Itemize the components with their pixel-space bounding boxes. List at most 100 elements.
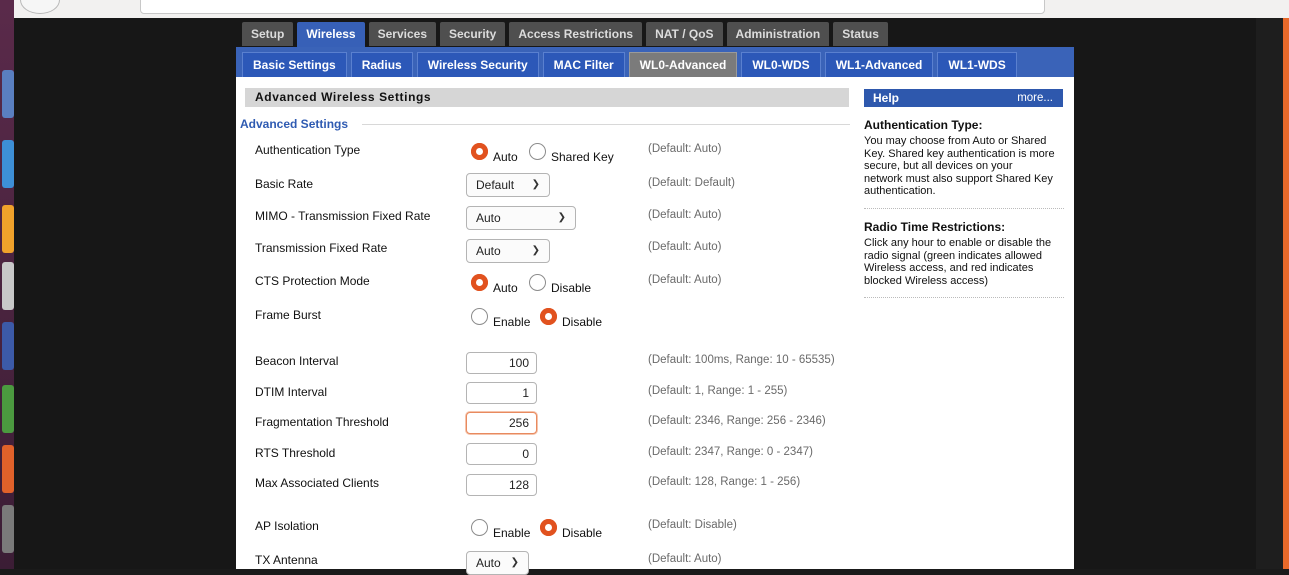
help-line: network must also support Shared Key — [864, 172, 1053, 185]
tx-rate-value: Auto — [476, 244, 501, 258]
tx-antenna-select[interactable]: Auto ❯ — [466, 551, 529, 575]
subtab-radius[interactable]: Radius — [350, 52, 413, 77]
frame-burst-label: Frame Burst — [255, 308, 322, 322]
fieldset-legend: Advanced Settings — [240, 117, 355, 131]
ap-isolation-disable-radio[interactable] — [540, 519, 557, 536]
auth-type-shared-radio[interactable] — [529, 143, 546, 160]
tab-wireless[interactable]: Wireless — [297, 22, 365, 48]
launcher-app-icon[interactable] — [2, 385, 14, 433]
help-more-link[interactable]: more... — [1017, 89, 1053, 107]
back-button[interactable] — [20, 0, 60, 14]
dtim-default: (Default: 1, Range: 1 - 255) — [648, 385, 788, 397]
help-divider — [864, 297, 1064, 298]
beacon-default: (Default: 100ms, Range: 10 - 65535) — [648, 354, 835, 366]
help-line: radio signal (green indicates allowed — [864, 249, 1042, 262]
side-strip — [1283, 18, 1289, 569]
help-line: Click any hour to enable or disable the — [864, 237, 1052, 249]
desktop-launcher — [0, 0, 14, 569]
mimo-rate-select[interactable]: Auto ❯ — [466, 206, 576, 230]
basic-rate-default: (Default: Default) — [648, 177, 735, 189]
frame-burst-disable-label: Disable — [562, 315, 603, 329]
address-bar[interactable] — [140, 0, 1045, 14]
launcher-app-icon[interactable] — [2, 505, 14, 553]
help-item-text: You may choose from Auto or Shared Key. … — [864, 135, 1064, 198]
frag-input[interactable]: 256 — [466, 412, 537, 434]
launcher-app-icon[interactable] — [2, 262, 14, 310]
fieldset-divider — [362, 124, 850, 125]
auth-type-default: (Default: Auto) — [648, 143, 722, 155]
auth-type-shared-label: Shared Key — [551, 150, 614, 164]
max-clients-default: (Default: 128, Range: 1 - 256) — [648, 476, 801, 488]
tab-security[interactable]: Security — [440, 22, 506, 46]
help-item-title: Authentication Type: — [864, 118, 983, 132]
cts-auto-radio[interactable] — [471, 274, 488, 291]
beacon-label: Beacon Interval — [255, 354, 339, 368]
launcher-app-icon[interactable] — [2, 140, 14, 188]
auth-type-label: Authentication Type — [255, 143, 361, 157]
mimo-rate-label: MIMO - Transmission Fixed Rate — [255, 209, 431, 223]
help-line: You may choose from Auto or Shared — [864, 135, 1047, 147]
subtab-wl0-wds[interactable]: WL0-WDS — [741, 52, 821, 77]
tab-services[interactable]: Services — [368, 22, 436, 46]
tx-rate-select[interactable]: Auto ❯ — [466, 239, 550, 263]
launcher-app-icon[interactable] — [2, 445, 14, 493]
sub-nav: Basic Settings Radius Wireless Security … — [242, 52, 1021, 77]
rts-input[interactable]: 0 — [466, 443, 537, 465]
section-title: Advanced Wireless Settings — [245, 88, 849, 107]
subtab-wireless-security[interactable]: Wireless Security — [416, 52, 539, 77]
mimo-rate-default: (Default: Auto) — [648, 209, 722, 221]
mimo-rate-value: Auto — [476, 211, 501, 225]
help-line: blocked Wireless access) — [864, 274, 989, 287]
dtim-input[interactable]: 1 — [466, 382, 537, 404]
help-header: Help more... — [864, 89, 1063, 107]
basic-rate-select[interactable]: Default ❯ — [466, 173, 550, 197]
frame-burst-enable-radio[interactable] — [471, 308, 488, 325]
help-title: Help — [873, 91, 900, 105]
max-clients-input[interactable]: 128 — [466, 474, 537, 496]
cts-auto-label: Auto — [493, 281, 518, 295]
tab-status[interactable]: Status — [833, 22, 888, 46]
tx-antenna-default: (Default: Auto) — [648, 553, 722, 565]
tab-setup[interactable]: Setup — [242, 22, 294, 46]
rts-label: RTS Threshold — [255, 446, 336, 460]
frame-burst-enable-label: Enable — [493, 315, 531, 329]
tab-administration[interactable]: Administration — [726, 22, 830, 46]
tx-antenna-value: Auto — [476, 556, 501, 570]
frag-label: Fragmentation Threshold — [255, 415, 389, 429]
help-line: Key. Shared key authentication is more — [864, 147, 1055, 160]
ap-isolation-enable-radio[interactable] — [471, 519, 488, 536]
rts-default: (Default: 2347, Range: 0 - 2347) — [648, 446, 813, 458]
tx-antenna-label: TX Antenna — [255, 553, 318, 567]
subtab-wl0-advanced[interactable]: WL0-Advanced — [628, 52, 738, 77]
auth-type-auto-label: Auto — [493, 150, 518, 164]
help-divider — [864, 208, 1064, 209]
help-line: authentication. — [864, 185, 936, 197]
cts-default: (Default: Auto) — [648, 274, 722, 286]
subtab-mac-filter[interactable]: MAC Filter — [542, 52, 625, 77]
auth-type-auto-radio[interactable] — [471, 143, 488, 160]
subtab-wl1-wds[interactable]: WL1-WDS — [937, 52, 1017, 77]
tab-access-restrictions[interactable]: Access Restrictions — [509, 22, 643, 46]
frag-default: (Default: 2346, Range: 256 - 2346) — [648, 415, 826, 427]
tab-nat-qos[interactable]: NAT / QoS — [646, 22, 723, 46]
chevron-down-icon: ❯ — [531, 245, 540, 256]
ap-isolation-default: (Default: Disable) — [648, 519, 737, 531]
basic-rate-label: Basic Rate — [255, 177, 314, 191]
chevron-down-icon: ❯ — [531, 179, 540, 190]
frame-burst-disable-radio[interactable] — [540, 308, 557, 325]
main-nav: Setup Wireless Services Security Access … — [242, 22, 892, 48]
ap-isolation-enable-label: Enable — [493, 526, 531, 540]
cts-label: CTS Protection Mode — [255, 274, 370, 288]
subtab-wl1-advanced[interactable]: WL1-Advanced — [824, 52, 934, 77]
beacon-input[interactable]: 100 — [466, 352, 537, 374]
chevron-down-icon: ❯ — [510, 557, 519, 568]
cts-disable-radio[interactable] — [529, 274, 546, 291]
chevron-down-icon: ❯ — [557, 212, 566, 223]
max-clients-label: Max Associated Clients — [255, 476, 380, 490]
subtab-basic-settings[interactable]: Basic Settings — [242, 52, 347, 77]
tx-rate-label: Transmission Fixed Rate — [255, 241, 388, 255]
launcher-app-icon[interactable] — [2, 70, 14, 118]
help-line: Wireless access, and red indicates — [864, 262, 1034, 274]
launcher-app-icon[interactable] — [2, 322, 14, 370]
launcher-app-icon[interactable] — [2, 205, 14, 253]
